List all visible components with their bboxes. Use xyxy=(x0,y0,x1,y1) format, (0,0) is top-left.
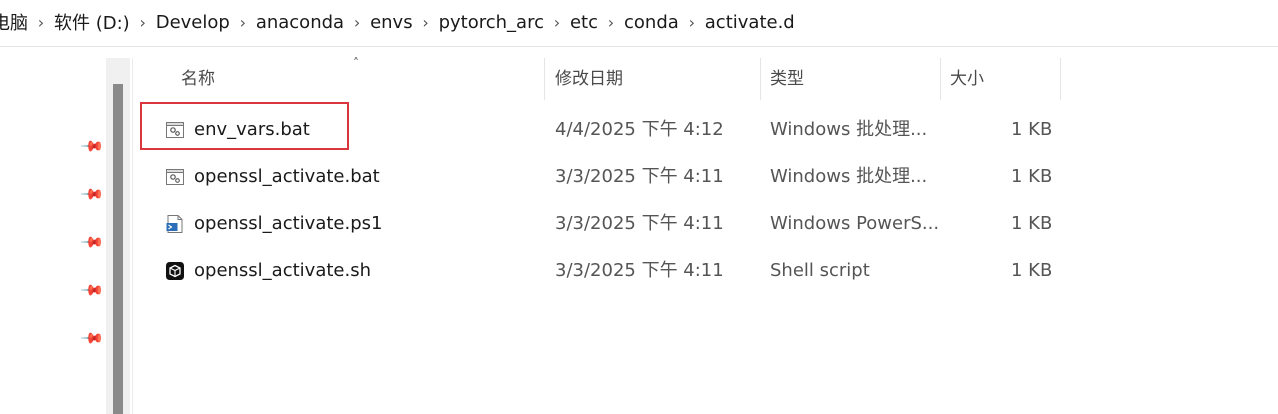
batch-file-icon xyxy=(166,169,184,185)
file-size: 1 KB xyxy=(1011,166,1053,187)
chevron-right-icon[interactable]: › xyxy=(344,13,370,32)
breadcrumb-item-pc[interactable]: 电脑 xyxy=(0,9,28,35)
file-row-openssl-sh[interactable]: openssl_activate.sh 3/3/2025 下午 4:11 She… xyxy=(133,247,1063,294)
column-divider[interactable] xyxy=(940,58,941,100)
breadcrumb-item-drive[interactable]: 软件 (D:) xyxy=(54,9,130,35)
column-header: ˄ 名称 修改日期 类型 大小 xyxy=(133,56,1278,100)
column-modified[interactable]: 修改日期 xyxy=(555,58,623,100)
file-row-openssl-bat[interactable]: openssl_activate.bat 3/3/2025 下午 4:11 Wi… xyxy=(133,153,1063,200)
column-name[interactable]: 名称 xyxy=(181,58,215,100)
file-modified: 4/4/2025 下午 4:12 xyxy=(555,119,724,140)
file-size: 1 KB xyxy=(1011,213,1053,234)
column-size[interactable]: 大小 xyxy=(950,58,984,100)
chevron-right-icon[interactable]: › xyxy=(413,13,439,32)
file-type: Windows 批处理... xyxy=(770,119,928,140)
file-modified: 3/3/2025 下午 4:11 xyxy=(555,166,724,187)
breadcrumb-item-etc[interactable]: etc xyxy=(570,12,598,33)
file-row-openssl-ps1[interactable]: openssl_activate.ps1 3/3/2025 下午 4:11 Wi… xyxy=(133,200,1063,247)
file-size: 1 KB xyxy=(1011,119,1053,140)
nav-scrollbar-thumb[interactable] xyxy=(113,84,123,414)
file-name: openssl_activate.bat xyxy=(194,166,380,187)
file-type: Shell script xyxy=(770,260,870,281)
chevron-right-icon[interactable]: › xyxy=(230,13,256,32)
chevron-right-icon[interactable]: › xyxy=(544,13,570,32)
chevron-right-icon[interactable]: › xyxy=(130,13,156,32)
address-bar-divider xyxy=(0,46,1278,47)
breadcrumb-item-develop[interactable]: Develop xyxy=(156,12,230,33)
breadcrumb-item-activate-d[interactable]: activate.d xyxy=(705,12,795,33)
shell-script-icon xyxy=(166,262,184,280)
sort-ascending-icon: ˄ xyxy=(353,56,359,70)
file-modified: 3/3/2025 下午 4:11 xyxy=(555,260,724,281)
chevron-right-icon[interactable]: › xyxy=(679,13,705,32)
breadcrumb-item-conda[interactable]: conda xyxy=(624,12,679,33)
chevron-right-icon[interactable]: › xyxy=(598,13,624,32)
column-divider[interactable] xyxy=(760,58,761,100)
breadcrumb-item-envs[interactable]: envs xyxy=(370,12,413,33)
breadcrumb-item-pytorch-arc[interactable]: pytorch_arc xyxy=(439,12,544,33)
column-divider[interactable] xyxy=(544,58,545,100)
file-type: Windows 批处理... xyxy=(770,166,928,187)
chevron-right-icon[interactable]: › xyxy=(28,13,54,32)
file-type: Windows PowerS... xyxy=(770,213,940,234)
column-divider[interactable] xyxy=(1060,58,1061,100)
file-name: openssl_activate.ps1 xyxy=(194,213,383,234)
file-modified: 3/3/2025 下午 4:11 xyxy=(555,213,724,234)
highlight-box xyxy=(140,102,349,150)
breadcrumb-item-anaconda[interactable]: anaconda xyxy=(256,12,344,33)
breadcrumb: 电脑 › 软件 (D:) › Develop › anaconda › envs… xyxy=(0,0,1278,44)
file-name: openssl_activate.sh xyxy=(194,260,371,281)
file-size: 1 KB xyxy=(1011,260,1053,281)
powershell-file-icon xyxy=(166,215,183,233)
column-type[interactable]: 类型 xyxy=(770,58,804,100)
